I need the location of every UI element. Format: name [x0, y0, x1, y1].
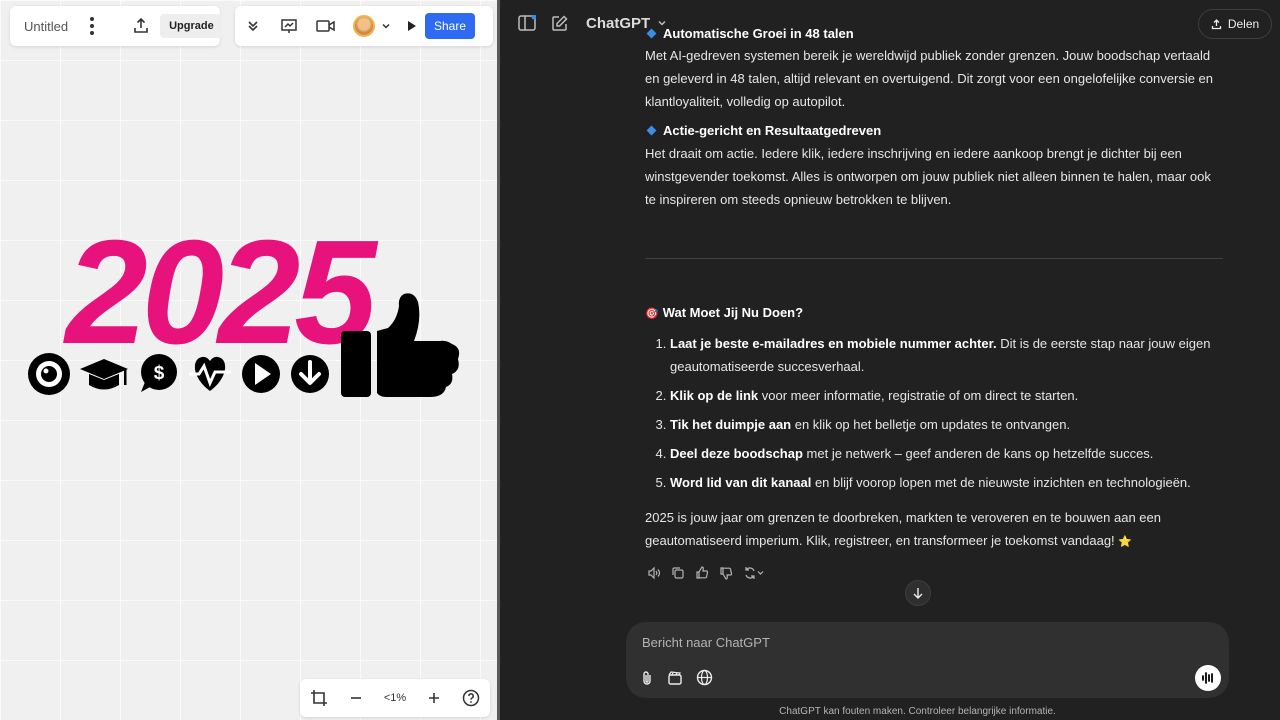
svg-text:$: $	[154, 363, 165, 384]
list-item: Tik het duimpje aan en klik op het belle…	[670, 413, 1225, 436]
audio-waveform-icon	[1202, 672, 1213, 684]
list-item: Word lid van dit kanaal en blijf voorop …	[670, 471, 1225, 494]
chatgpt-panel: ChatGPT Delen Automatische Groei in 48 t…	[500, 0, 1280, 720]
copy-icon[interactable]	[671, 566, 685, 580]
share-chat-label: Delen	[1227, 17, 1260, 31]
paragraph-languages: Met AI-gedreven systemen bereik je werel…	[645, 48, 1214, 109]
step-bold: Laat je beste e-mailadres en mobiele num…	[670, 336, 997, 351]
attach-paperclip-icon[interactable]	[640, 670, 654, 686]
sidebar-toggle-icon[interactable]	[518, 15, 536, 31]
message-input[interactable]	[640, 632, 1204, 652]
section-title: Wat Moet Jij Nu Doen?	[662, 305, 804, 320]
list-item: Laat je beste e-mailadres en mobiele num…	[670, 332, 1225, 378]
closing-paragraph: 2025 is jouw jaar om grenzen te doorbrek…	[645, 510, 1161, 548]
blue-diamond-icon	[646, 28, 657, 39]
message-actions	[647, 566, 765, 580]
zoom-level[interactable]: <1%	[384, 692, 406, 704]
download-circle-icon	[291, 355, 329, 393]
voice-mode-button[interactable]	[1195, 665, 1221, 691]
crop-frame-icon[interactable]	[310, 689, 328, 707]
year-2025-text: 2025	[62, 210, 379, 375]
media-clapper-icon[interactable]	[667, 670, 683, 686]
list-item: Deel deze boodschap met je netwerk – gee…	[670, 442, 1225, 465]
model-name-label: ChatGPT	[586, 15, 651, 32]
heading-action: Actie-gericht en Resultaatgedreven	[663, 123, 882, 138]
dollar-chat-icon: $	[141, 354, 177, 392]
partial-heading: Automatische Groei in 48 talen	[663, 26, 854, 41]
globe-search-icon[interactable]	[696, 669, 713, 686]
scroll-to-bottom-button[interactable]	[905, 580, 931, 606]
thumbs-down-icon[interactable]	[719, 566, 733, 580]
step-text: en blijf voorop lopen met de nieuwste in…	[811, 475, 1191, 490]
step-text: voor meer informatie, registratie of om …	[758, 388, 1079, 403]
star-emoji-icon: ⭐	[1118, 536, 1132, 548]
canvas-artwork: 2025 $	[28, 210, 460, 397]
section-divider	[645, 258, 1223, 259]
composer-tools	[640, 669, 713, 686]
step-bold: Klik op de link	[670, 388, 759, 403]
new-chat-icon[interactable]	[551, 15, 568, 32]
message-composer	[626, 622, 1229, 698]
blue-diamond-icon	[646, 125, 657, 136]
steps-list: Laat je beste e-mailadres en mobiele num…	[645, 332, 1225, 494]
arrow-down-icon	[913, 588, 923, 599]
step-bold: Word lid van dit kanaal	[670, 475, 812, 490]
regenerate-icon[interactable]	[743, 566, 765, 580]
list-item: Klik op de link voor meer informatie, re…	[670, 384, 1225, 407]
step-bold: Tik het duimpje aan	[670, 417, 792, 432]
paragraph-action: Het draait om actie. Iedere klik, iedere…	[645, 146, 1211, 207]
step-text: en klik op het belletje om updates te on…	[791, 417, 1071, 432]
design-editor-panel: Untitled Upgrade Share 2025 $ <1%	[0, 0, 497, 720]
zoom-out-icon[interactable]	[349, 691, 363, 705]
target-emoji-icon: 🎯	[645, 308, 659, 320]
thumbs-up-icon[interactable]	[695, 566, 709, 580]
zoom-toolbar: <1%	[300, 679, 490, 717]
help-icon[interactable]	[462, 689, 480, 707]
read-aloud-icon[interactable]	[647, 566, 661, 580]
disclaimer-text: ChatGPT kan fouten maken. Controleer bel…	[779, 706, 1056, 717]
play-circle-icon	[242, 355, 280, 393]
zoom-in-icon[interactable]	[427, 691, 441, 705]
step-bold: Deel deze boodschap	[670, 446, 803, 461]
step-text: met je netwerk – geef anderen de kans op…	[802, 446, 1154, 461]
eye-icon	[28, 353, 70, 395]
assistant-message: Automatische Groei in 48 talen Met AI-ge…	[645, 26, 1225, 554]
